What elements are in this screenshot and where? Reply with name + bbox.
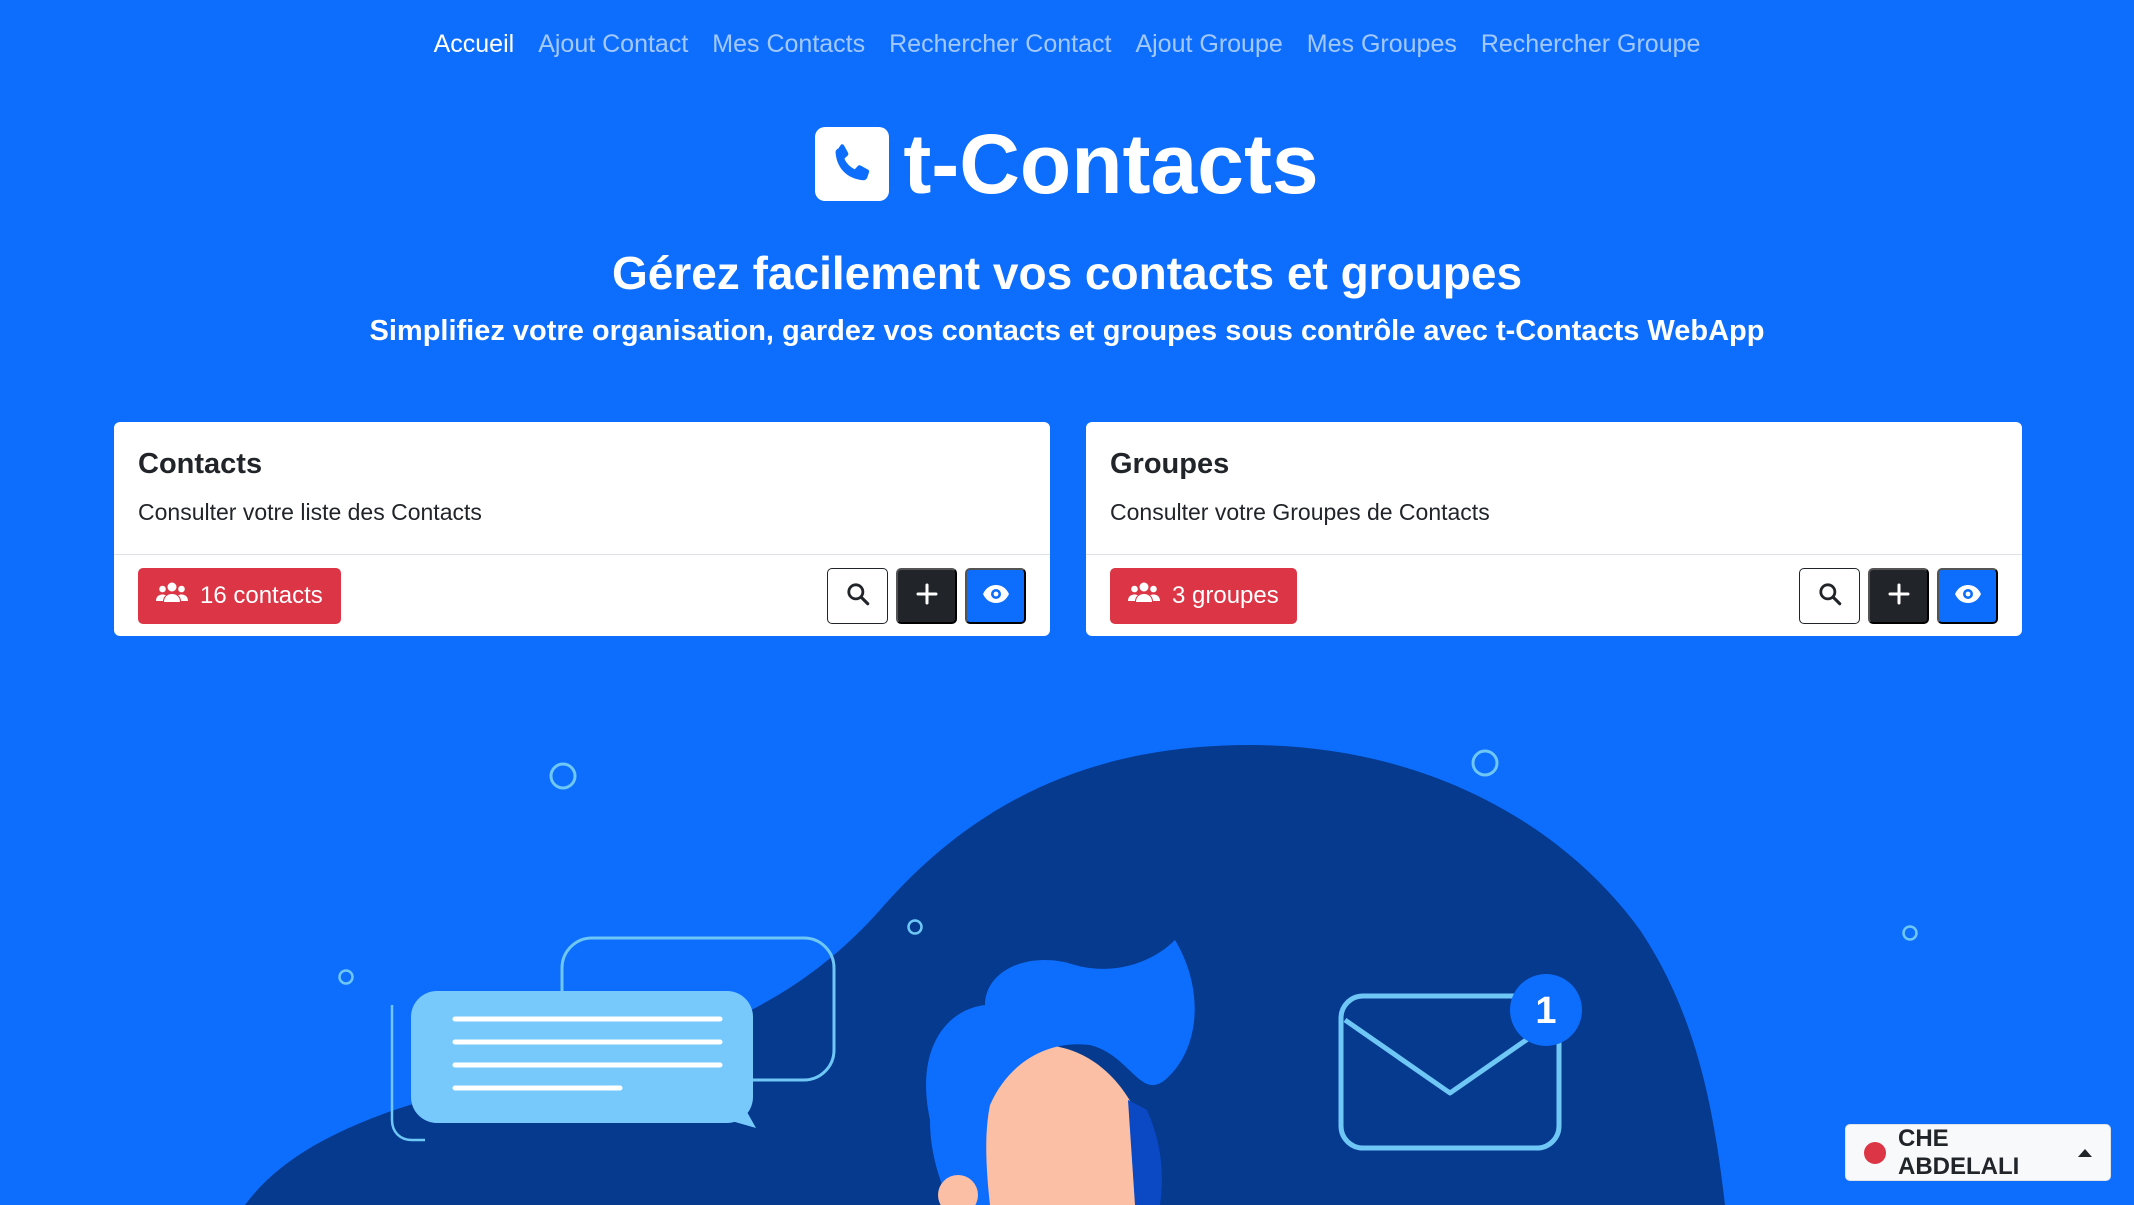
top-nav: Accueil Ajout Contact Mes Contacts Reche… xyxy=(0,0,2134,88)
phone-icon xyxy=(815,127,890,201)
contacts-card-title: Contacts xyxy=(138,448,263,480)
decor-circle xyxy=(549,762,577,790)
users-icon xyxy=(156,580,188,611)
brand-logo: t-Contacts xyxy=(0,118,2134,210)
notification-count: 1 xyxy=(1535,990,1556,1032)
user-name: CHE ABDELALI xyxy=(1898,1124,2020,1180)
add-contact-button[interactable] xyxy=(896,567,957,624)
contacts-actions xyxy=(827,567,1026,624)
contacts-card-footer: 16 contacts xyxy=(114,555,1050,636)
groups-card-footer: 3 groupes xyxy=(1086,555,2022,636)
contacts-card-text: Consulter votre liste des Contacts xyxy=(138,499,482,525)
contacts-card: Contacts Consulter votre liste des Conta… xyxy=(114,422,1050,636)
add-group-button[interactable] xyxy=(1868,567,1929,624)
groups-count-label: 3 groupes xyxy=(1172,581,1279,609)
plus-icon xyxy=(915,582,939,609)
groups-count-badge: 3 groupes xyxy=(1110,567,1297,624)
groups-actions xyxy=(1799,567,1998,624)
eye-icon xyxy=(1954,583,1982,608)
search-contact-button[interactable] xyxy=(827,567,888,624)
hero-illustration: 1 xyxy=(245,745,1918,1205)
nav-rechercher-contact[interactable]: Rechercher Contact xyxy=(889,24,1111,65)
users-icon xyxy=(1128,580,1160,611)
nav-mes-contacts[interactable]: Mes Contacts xyxy=(712,24,865,65)
groups-card: Groupes Consulter votre Groupes de Conta… xyxy=(1086,422,2022,636)
eye-icon xyxy=(982,583,1010,608)
status-dot xyxy=(1864,1141,1886,1164)
groups-card-title: Groupes xyxy=(1110,448,1230,480)
hero-title: Gérez facilement vos contacts et groupes xyxy=(611,247,1523,299)
nav-ajout-groupe[interactable]: Ajout Groupe xyxy=(1135,24,1282,65)
groups-card-body: Groupes Consulter votre Groupes de Conta… xyxy=(1086,422,2022,555)
decor-circle xyxy=(338,969,354,985)
nav-rechercher-groupe[interactable]: Rechercher Groupe xyxy=(1481,24,1701,65)
search-icon xyxy=(845,581,871,610)
decor-circle xyxy=(1471,749,1499,777)
groups-card-text: Consulter votre Groupes de Contacts xyxy=(1110,499,1490,525)
search-group-button[interactable] xyxy=(1799,567,1860,624)
user-menu[interactable]: CHE ABDELALI xyxy=(1845,1124,2111,1181)
hero-subtitle: Simplifiez votre organisation, gardez vo… xyxy=(369,315,1765,347)
contacts-count-label: 16 contacts xyxy=(200,581,323,609)
contacts-count-badge: 16 contacts xyxy=(138,567,341,624)
caret-up-icon xyxy=(2078,1148,2092,1157)
nav-ajout-contact[interactable]: Ajout Contact xyxy=(538,24,688,65)
nav-mes-groupes[interactable]: Mes Groupes xyxy=(1307,24,1457,65)
brand-name: t-Contacts xyxy=(903,117,1319,211)
contacts-card-body: Contacts Consulter votre liste des Conta… xyxy=(114,422,1050,555)
view-contacts-button[interactable] xyxy=(965,567,1026,624)
plus-icon xyxy=(1887,582,1911,609)
nav-accueil[interactable]: Accueil xyxy=(434,24,515,65)
view-groups-button[interactable] xyxy=(1937,567,1998,624)
decor-circle xyxy=(1902,925,1918,941)
search-icon xyxy=(1817,581,1843,610)
